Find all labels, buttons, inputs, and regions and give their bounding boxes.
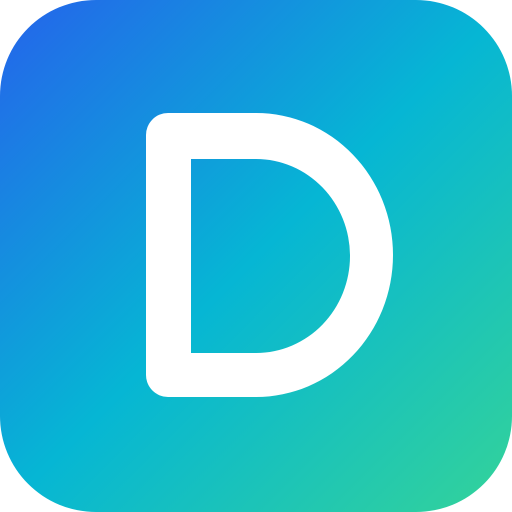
app-icon-graphic (0, 0, 512, 512)
app-icon (0, 0, 512, 512)
icon-background (0, 0, 512, 512)
